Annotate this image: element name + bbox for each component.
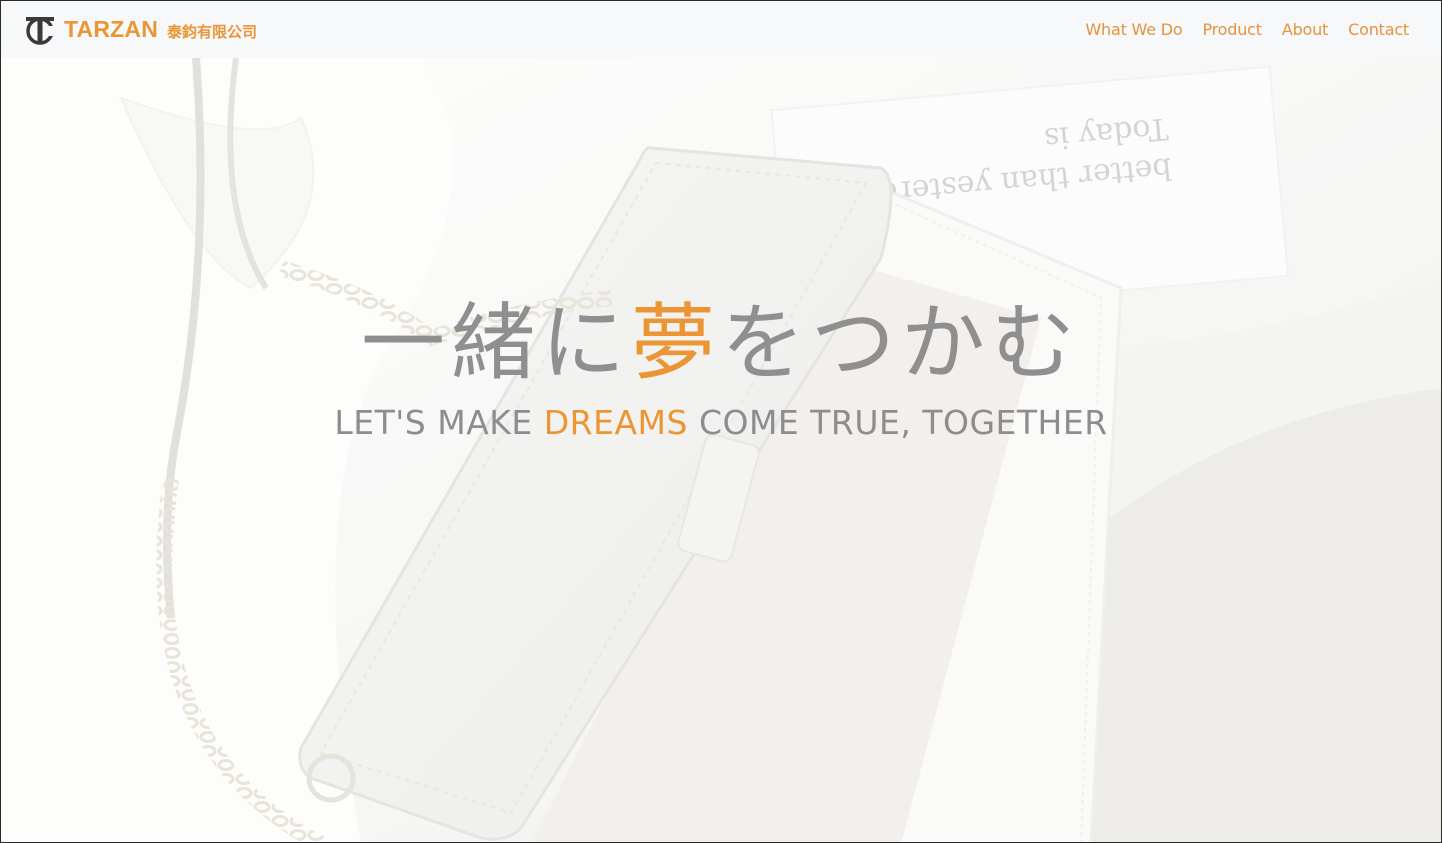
brand-name: TARZAN [64, 16, 159, 42]
hero-subtitle: LET'S MAKE DREAMS COME TRUE, TOGETHER [1, 406, 1441, 439]
hero-subtitle-after: COME TRUE, TOGETHER [687, 403, 1108, 442]
nav-item-what-we-do[interactable]: What We Do [1085, 20, 1182, 39]
main-nav: What We Do Product About Contact [1085, 20, 1409, 39]
nav-item-product[interactable]: Product [1202, 20, 1262, 39]
hero-title-before: 一緒に [360, 294, 631, 392]
nav-item-about[interactable]: About [1282, 20, 1329, 39]
hero-title-accent: 夢 [630, 294, 721, 392]
hero-section: better than yesterday. Today is 一緒に夢をつかむ… [1, 58, 1441, 842]
hero-title: 一緒に夢をつかむ [1, 301, 1441, 385]
nav-item-contact[interactable]: Contact [1348, 20, 1409, 39]
navbar: TARZAN 泰鈞有限公司 What We Do Product About C… [1, 1, 1441, 58]
hero-overlay [1, 58, 1441, 842]
tc-monogram-logo-icon [26, 16, 55, 45]
hero-title-after: をつかむ [721, 294, 1082, 392]
hero-subtitle-before: LET'S MAKE [334, 403, 544, 442]
hero-subtitle-accent: DREAMS [543, 403, 688, 442]
brand[interactable]: TARZAN 泰鈞有限公司 [24, 13, 257, 47]
page: TARZAN 泰鈞有限公司 What We Do Product About C… [0, 0, 1442, 843]
brand-name-chinese: 泰鈞有限公司 [167, 22, 258, 41]
